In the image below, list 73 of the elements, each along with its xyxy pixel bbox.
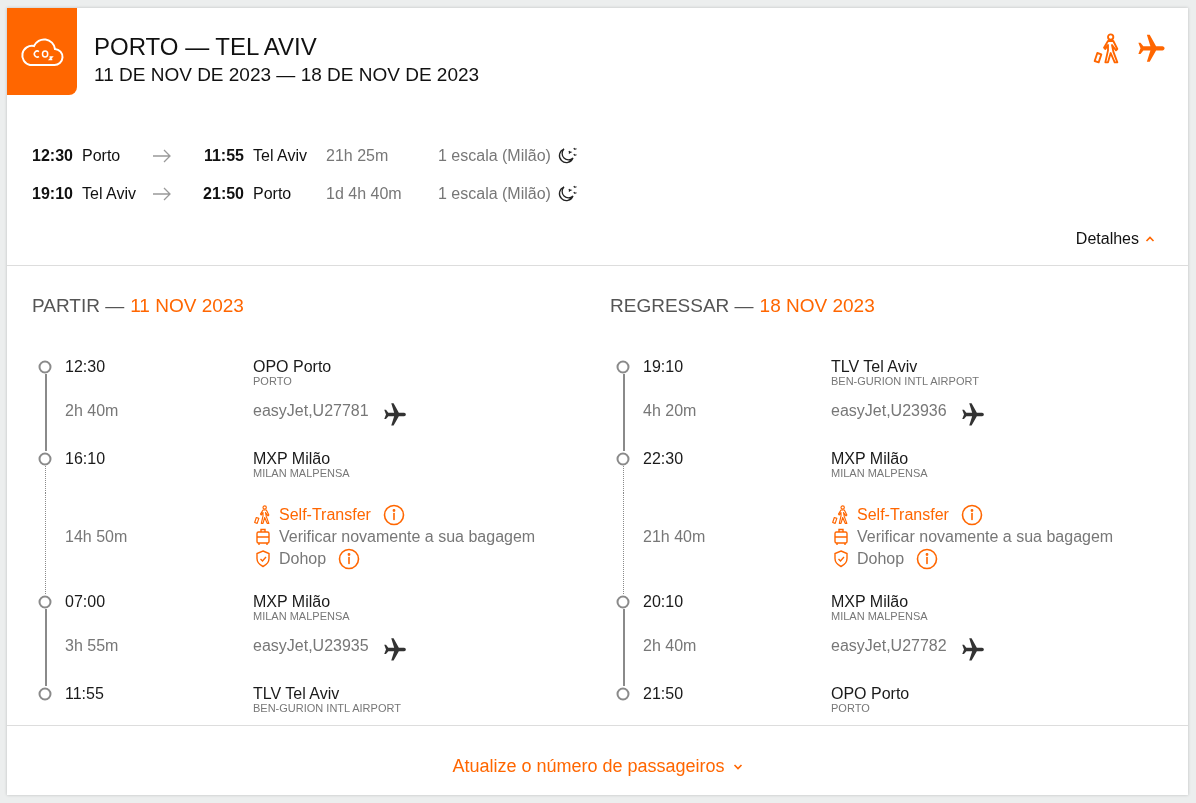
airport-label: OPO Porto [253,358,332,375]
departure-city: Porto [82,146,122,166]
stop-time: 12:30 [64,358,107,377]
baggage-note: Verificar novamente a sua bagagem [857,527,1114,547]
self-transfer-label: Self-Transfer [857,505,949,525]
info-icon[interactable] [382,504,405,526]
stops-label: 1 escala (Milão) [438,146,551,166]
departure-time: 12:30 [32,146,74,166]
stops-label: 1 escala (Milão) [438,184,551,204]
departure-city: Tel Aviv [82,184,137,204]
departure-time: 19:10 [32,184,74,204]
timeline-node-icon [616,686,630,701]
airport-name: MILAN MALPENSA [831,609,928,623]
flight-number: easyJet,U27782 [831,635,947,656]
protection-label: Dohop [279,549,327,569]
airport-label: MXP Milão [253,450,332,467]
route-title: PORTO — TEL AVIV [94,32,318,62]
airport-name: BEN-GURION INTL AIRPORT [831,374,979,388]
arrival-time: 21:50 [202,184,244,204]
caret-icon [1145,235,1155,243]
flight-duration: 3h 55m [64,635,120,656]
info-icon[interactable] [960,504,983,526]
flight-number: easyJet,U27781 [253,400,369,421]
airport-name: PORTO [831,701,871,715]
info-icon[interactable] [338,548,361,570]
layover-duration: 14h 50m [64,527,129,547]
section-date: 18 NOV 2023 [759,294,875,318]
arrow-right-icon [152,187,172,201]
stop-time: 07:00 [64,593,107,612]
layover-duration: 21h 40m [642,527,707,547]
stop-time: 11:55 [64,685,105,704]
stop-time: 16:10 [64,450,107,469]
trip-duration: 1d 4h 40m [326,184,403,204]
suitcase-icon [831,527,851,547]
stop-time: 20:10 [642,593,685,612]
section-heading: REGRESSAR — [610,294,754,318]
airport-name: MILAN MALPENSA [831,466,928,480]
info-icon[interactable] [916,548,939,570]
airport-label: OPO Porto [831,685,910,702]
airport-name: MILAN MALPENSA [253,466,350,480]
section-heading: PARTIR — [32,294,125,318]
airport-label: MXP Milão [831,450,910,467]
caret-icon [732,762,743,771]
shield-check-icon [831,549,851,569]
flight-number: easyJet,U23935 [253,635,369,656]
flight-number: easyJet,U23936 [831,400,947,421]
stop-time: 22:30 [642,450,685,469]
stop-time: 21:50 [642,685,685,704]
self-transfer-label: Self-Transfer [279,505,371,525]
timeline-node-icon [38,686,52,701]
airport-name: BEN-GURION INTL AIRPORT [253,701,401,715]
arrival-city: Porto [252,184,293,204]
airport-name: MILAN MALPENSA [253,609,350,623]
airport-label: TLV Tel Aviv [831,358,919,375]
arrival-city: Tel Aviv [252,146,308,166]
stop-time: 19:10 [642,358,685,377]
details-toggle[interactable]: Detalhes [1075,227,1155,251]
airport-label: TLV Tel Aviv [253,685,341,702]
section-date: 11 NOV 2023 [130,294,244,318]
airport-label: MXP Milão [831,593,910,610]
baggage-note: Verificar novamente a sua bagagem [279,527,536,547]
airport-name: PORTO [253,374,293,388]
flight-duration: 4h 20m [642,400,698,421]
suitcase-icon [253,527,273,547]
flight-duration: 2h 40m [64,400,120,421]
trip-duration: 21h 25m [326,146,390,166]
trip-dates: 11 DE NOV DE 2023 — 18 DE NOV DE 2023 [94,63,480,87]
airport-label: MXP Milão [253,593,332,610]
arrow-right-icon [152,149,172,163]
shield-check-icon [253,549,273,569]
protection-label: Dohop [857,549,905,569]
flight-duration: 2h 40m [642,635,698,656]
arrival-time: 11:55 [202,146,244,166]
